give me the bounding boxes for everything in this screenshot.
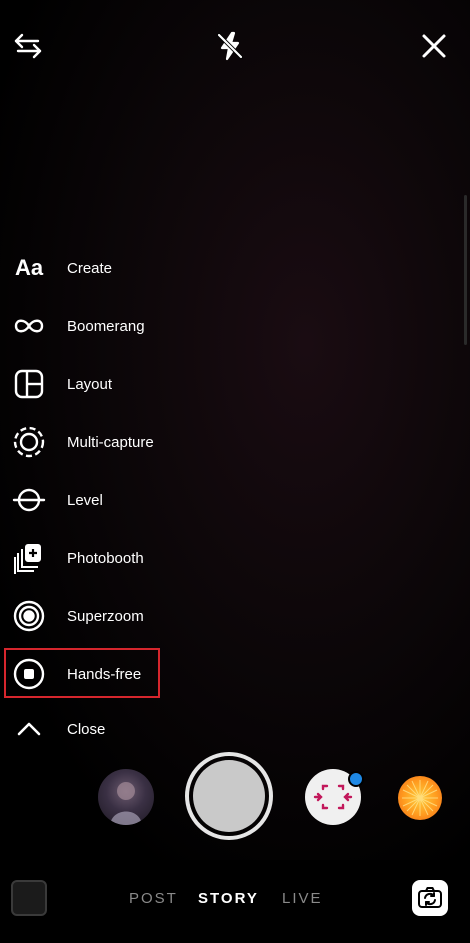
- chevron-up-icon: [11, 711, 47, 747]
- flip-camera-icon[interactable]: [412, 880, 448, 916]
- menu-item-multi-capture[interactable]: Multi-capture: [0, 416, 200, 468]
- mode-live[interactable]: LIVE: [282, 890, 323, 907]
- menu-item-label: Multi-capture: [67, 433, 154, 451]
- mode-story[interactable]: STORY: [198, 890, 259, 907]
- menu-item-boomerang[interactable]: Boomerang: [0, 300, 200, 352]
- infinity-icon: [11, 308, 47, 344]
- gallery-thumbnail[interactable]: [11, 880, 47, 916]
- menu-item-layout[interactable]: Layout: [0, 358, 200, 410]
- menu-item-label: Superzoom: [67, 607, 144, 625]
- menu-item-label: Close: [67, 720, 106, 738]
- shutter-button[interactable]: [185, 752, 273, 840]
- close-icon[interactable]: [416, 28, 452, 64]
- mode-bar: POST STORY LIVE: [0, 860, 470, 943]
- flash-off-icon[interactable]: [212, 28, 248, 64]
- superzoom-icon: [11, 598, 47, 634]
- layout-grid-icon: [11, 366, 47, 402]
- menu-item-superzoom[interactable]: Superzoom: [0, 590, 200, 642]
- menu-item-level[interactable]: Level: [0, 474, 200, 526]
- menu-item-close[interactable]: Close: [0, 703, 200, 755]
- multi-capture-icon: [11, 424, 47, 460]
- capture-row: [0, 752, 470, 842]
- menu-item-create[interactable]: Aa Create: [0, 242, 200, 294]
- level-icon: [11, 482, 47, 518]
- scroll-indicator: [464, 195, 467, 345]
- menu-item-photobooth[interactable]: Photobooth: [0, 532, 200, 584]
- sun-effect[interactable]: [398, 776, 442, 820]
- photobooth-icon: [11, 540, 47, 576]
- menu-item-label: Photobooth: [67, 549, 144, 567]
- swap-arrows-icon[interactable]: [10, 28, 46, 64]
- menu-item-label: Level: [67, 491, 103, 509]
- menu-item-label: Boomerang: [67, 317, 145, 335]
- shutter-inner: [193, 760, 265, 832]
- menu-item-label: Create: [67, 259, 113, 277]
- selection-highlight: [4, 648, 160, 698]
- notification-dot: [348, 771, 364, 787]
- avatar-effect[interactable]: [98, 769, 154, 825]
- text-aa-icon: Aa: [14, 255, 44, 280]
- menu-item-label: Layout: [67, 375, 113, 393]
- mode-post[interactable]: POST: [129, 890, 178, 907]
